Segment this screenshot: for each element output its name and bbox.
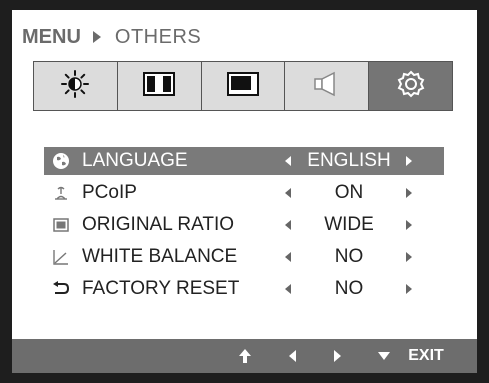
arrow-left-icon[interactable] <box>285 284 291 294</box>
speaker-icon <box>312 71 342 102</box>
arrow-right-icon[interactable] <box>406 284 412 294</box>
menu-item-label: LANGUAGE <box>82 150 188 171</box>
down-arrow-icon[interactable] <box>375 339 393 373</box>
menu-item-original-ratio[interactable]: ORIGINAL RATIO WIDE <box>44 211 444 239</box>
arrow-left-icon[interactable] <box>285 220 291 230</box>
exit-button[interactable]: EXIT <box>401 339 451 373</box>
breadcrumb-arrow-icon <box>92 31 101 43</box>
breadcrumb-menu: MENU <box>22 25 81 48</box>
tab-others[interactable] <box>369 62 452 110</box>
menu-item-label: WHITE BALANCE <box>82 246 238 267</box>
breadcrumb: MENU OTHERS <box>22 22 201 52</box>
tab-screen-position[interactable] <box>201 62 286 110</box>
menu-item-value: ENGLISH <box>307 150 391 171</box>
brightness-icon <box>60 69 90 104</box>
ratio-icon <box>52 216 70 234</box>
picture-mode-icon <box>143 71 176 101</box>
tab-picture-mode[interactable] <box>117 62 202 110</box>
arrow-right-icon[interactable] <box>406 220 412 230</box>
bottom-nav-bar: EXIT <box>12 339 477 373</box>
white-balance-icon <box>52 248 70 266</box>
menu-item-value: NO <box>334 246 364 267</box>
menu-item-value: WIDE <box>324 214 374 235</box>
arrow-right-icon[interactable] <box>406 188 412 198</box>
menu-item-label: ORIGINAL RATIO <box>82 214 235 235</box>
menu-item-white-balance[interactable]: WHITE BALANCE NO <box>44 243 444 271</box>
breadcrumb-section: OTHERS <box>114 25 202 48</box>
menu-item-language[interactable]: LANGUAGE ENGLISH <box>44 147 444 175</box>
left-arrow-icon[interactable] <box>284 339 302 373</box>
arrow-left-icon[interactable] <box>285 252 291 262</box>
menu-item-pcoip[interactable]: PCoIP ON <box>44 179 444 207</box>
menu-item-factory-reset[interactable]: FACTORY RESET NO <box>44 275 444 303</box>
menu-item-label: PCoIP <box>82 182 137 203</box>
right-arrow-icon[interactable] <box>328 339 346 373</box>
gear-icon <box>396 69 426 104</box>
tab-bar <box>33 61 453 111</box>
arrow-right-icon[interactable] <box>406 156 412 166</box>
menu-list: LANGUAGE ENGLISH PCoIP ON ORIGINAL RATIO… <box>44 147 444 307</box>
arrow-left-icon[interactable] <box>285 188 291 198</box>
globe-icon <box>52 152 70 170</box>
tab-sound[interactable] <box>285 62 370 110</box>
screen-position-icon <box>226 71 259 101</box>
reset-icon <box>52 280 70 298</box>
menu-item-value: ON <box>334 182 364 203</box>
arrow-left-icon[interactable] <box>285 156 291 166</box>
menu-item-label: FACTORY RESET <box>82 278 240 299</box>
arrow-right-icon[interactable] <box>406 252 412 262</box>
pcoip-icon <box>52 184 70 202</box>
menu-item-value: NO <box>334 278 364 299</box>
tab-picture-brightness[interactable] <box>34 62 118 110</box>
back-up-icon[interactable] <box>234 339 256 373</box>
